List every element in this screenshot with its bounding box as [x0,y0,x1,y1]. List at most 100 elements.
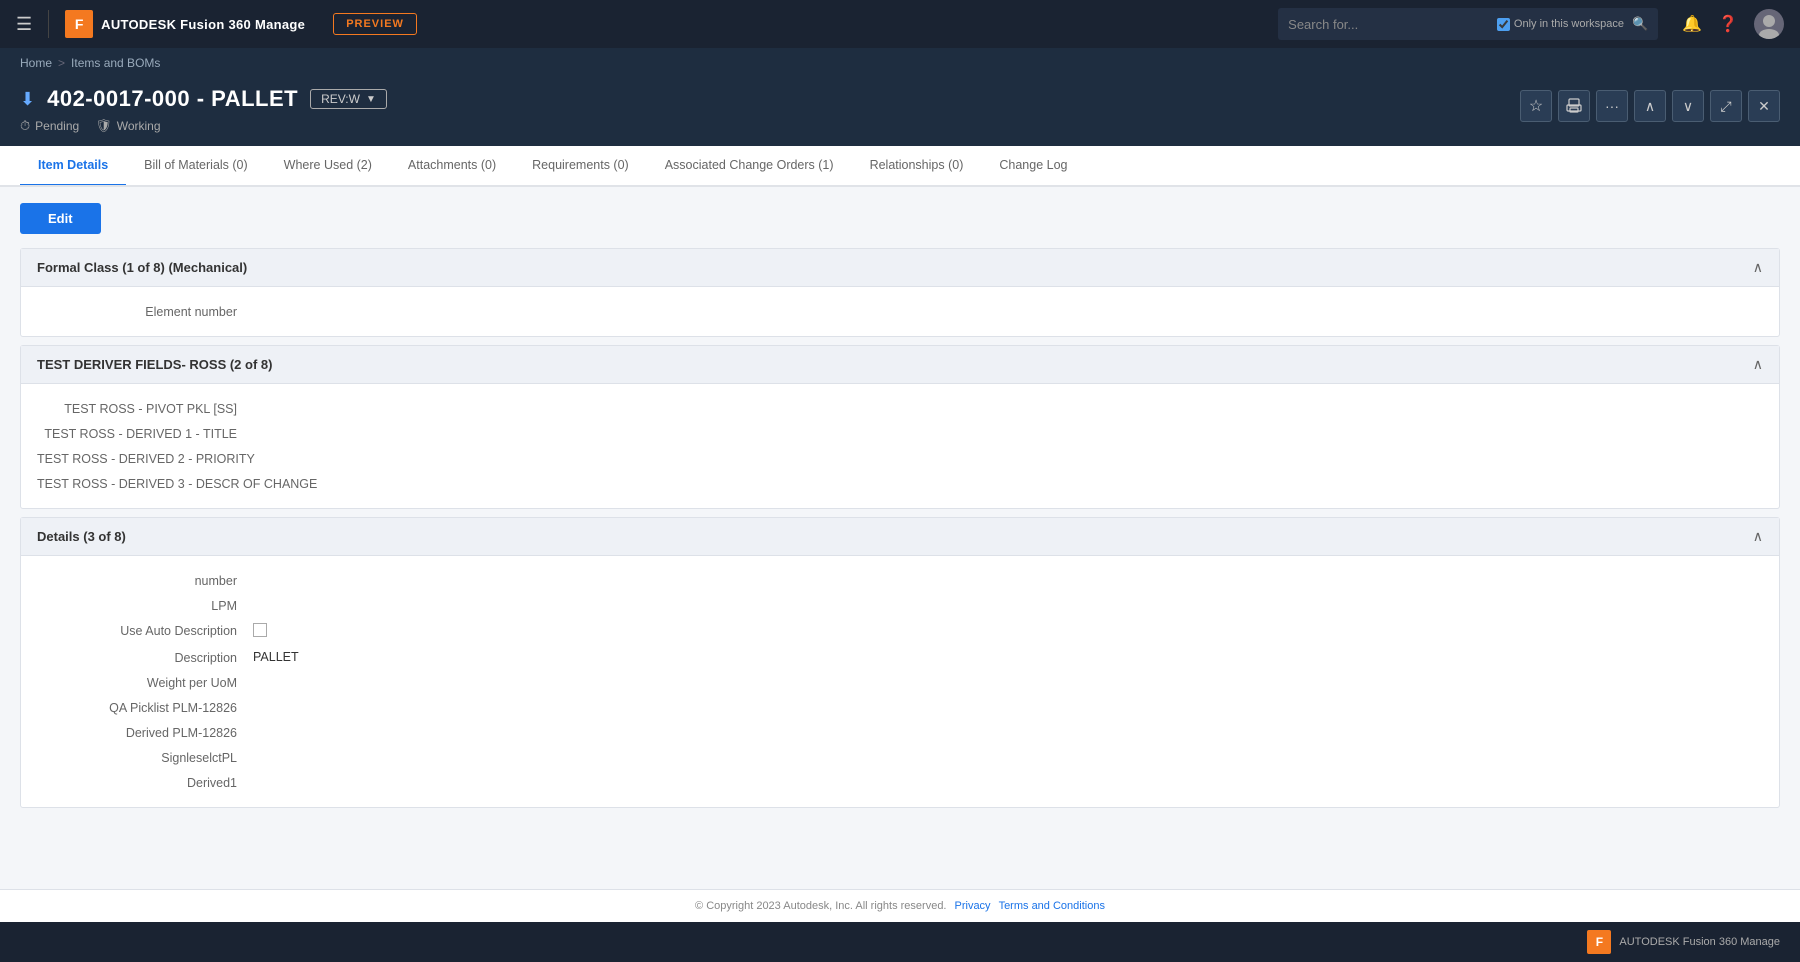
field-label-number: number [37,573,237,588]
item-header-left: ⬇ 402-0017-000 - PALLET REV:W ▼ ⏱ Pendin… [20,86,387,134]
field-derived1: Derived1 [37,770,1763,795]
bottom-brand-bar: F AUTODESK Fusion 360 Manage [0,922,1800,962]
workspace-label: Only in this workspace [1514,18,1624,30]
field-label-qa-picklist: QA Picklist PLM-12826 [37,700,237,715]
breadcrumb-home[interactable]: Home [20,56,52,70]
section-formal-class-body: Element number [21,287,1779,336]
search-input[interactable] [1288,17,1489,32]
field-value-description: PALLET [253,650,1763,664]
search-icon[interactable]: 🔍 [1632,16,1648,32]
field-auto-description: Use Auto Description [37,618,1763,645]
footer: © Copyright 2023 Autodesk, Inc. All righ… [0,889,1800,922]
section-test-deriver-header[interactable]: TEST DERIVER FIELDS- ROSS (2 of 8) ∧ [21,346,1779,384]
tab-change-log[interactable]: Change Log [981,146,1085,187]
brand-logo-area: F AUTODESK Fusion 360 Manage [65,10,305,38]
preview-button[interactable]: PREVIEW [333,13,417,35]
hamburger-menu[interactable]: ☰ [16,14,32,35]
field-label-derived1: Derived1 [37,775,237,790]
section-formal-class-caret: ∧ [1753,259,1763,276]
field-lpm: LPM [37,593,1763,618]
print-button[interactable] [1558,90,1590,122]
rev-label: REV:W [321,92,360,106]
field-label-auto-description: Use Auto Description [37,623,237,638]
field-description: Description PALLET [37,645,1763,670]
tabs-bar: Item Details Bill of Materials (0) Where… [0,146,1800,187]
rev-caret-icon: ▼ [366,94,376,105]
field-label-lpm: LPM [37,598,237,613]
field-weight: Weight per UoM [37,670,1763,695]
top-nav: ☰ F AUTODESK Fusion 360 Manage PREVIEW O… [0,0,1800,48]
field-number: number [37,568,1763,593]
star-button[interactable]: ☆ [1520,90,1552,122]
breadcrumb-current: Items and BOMs [71,56,160,70]
section-test-deriver-title: TEST DERIVER FIELDS- ROSS (2 of 8) [37,357,272,372]
section-formal-class-title: Formal Class (1 of 8) (Mechanical) [37,260,247,275]
clock-icon: ⏱ [20,118,30,134]
shield-icon: 🛡 [95,118,112,134]
section-details-caret: ∧ [1753,528,1763,545]
field-signleselct: SignleselctPL [37,745,1763,770]
top-nav-icons: 🔔 ❓ [1682,9,1784,39]
nav-down-button[interactable]: ∨ [1672,90,1704,122]
tab-requirements[interactable]: Requirements (0) [514,146,647,187]
tab-change-orders[interactable]: Associated Change Orders (1) [647,146,852,187]
section-test-deriver-caret: ∧ [1753,356,1763,373]
expand-button[interactable]: ⤢ [1710,90,1742,122]
breadcrumb: Home > Items and BOMs [0,48,1800,78]
section-details: Details (3 of 8) ∧ number LPM Use Auto D… [20,517,1780,808]
section-test-deriver-body: TEST ROSS - PIVOT PKL [SS] TEST ROSS - D… [21,384,1779,508]
user-avatar[interactable] [1754,9,1784,39]
bottom-brand-text: AUTODESK Fusion 360 Manage [1619,936,1780,948]
section-formal-class-header[interactable]: Formal Class (1 of 8) (Mechanical) ∧ [21,249,1779,287]
pending-status: ⏱ Pending [20,118,79,134]
section-formal-class: Formal Class (1 of 8) (Mechanical) ∧ Ele… [20,248,1780,337]
tab-bom[interactable]: Bill of Materials (0) [126,146,266,187]
rev-badge-button[interactable]: REV:W ▼ [310,89,387,109]
tab-where-used[interactable]: Where Used (2) [266,146,390,187]
field-derived-2: TEST ROSS - DERIVED 2 - PRIORITY [37,446,1763,471]
pending-label: Pending [35,119,79,133]
field-label-derived-2: TEST ROSS - DERIVED 2 - PRIORITY [37,451,255,466]
bottom-brand-logo: F [1587,930,1611,954]
tab-relationships[interactable]: Relationships (0) [852,146,982,187]
tab-item-details[interactable]: Item Details [20,146,126,187]
item-title-row: ⬇ 402-0017-000 - PALLET REV:W ▼ [20,86,387,112]
field-value-auto-description [253,623,1763,640]
tab-attachments[interactable]: Attachments (0) [390,146,514,187]
field-qa-picklist: QA Picklist PLM-12826 [37,695,1763,720]
field-label-description: Description [37,650,237,665]
field-label-derived-1: TEST ROSS - DERIVED 1 - TITLE [37,426,237,441]
edit-button[interactable]: Edit [20,203,101,234]
item-title: 402-0017-000 - PALLET [47,86,298,112]
field-derived-3: TEST ROSS - DERIVED 3 - DESCR OF CHANGE [37,471,1763,496]
close-button[interactable]: ✕ [1748,90,1780,122]
help-icon[interactable]: ❓ [1718,14,1738,34]
field-element-number: Element number [37,299,1763,324]
more-button[interactable]: ··· [1596,90,1628,122]
field-derived-plm: Derived PLM-12826 [37,720,1763,745]
field-label-pivot-pkl: TEST ROSS - PIVOT PKL [SS] [37,401,237,416]
working-status: 🛡 Working [95,118,160,134]
download-icon[interactable]: ⬇ [20,89,35,110]
field-label-element-number: Element number [37,304,237,319]
nav-up-button[interactable]: ∧ [1634,90,1666,122]
field-label-derived-plm: Derived PLM-12826 [37,725,237,740]
field-label-derived-3: TEST ROSS - DERIVED 3 - DESCR OF CHANGE [37,476,317,491]
section-details-body: number LPM Use Auto Description Descript… [21,556,1779,807]
item-status-row: ⏱ Pending 🛡 Working [20,118,387,134]
section-details-header[interactable]: Details (3 of 8) ∧ [21,518,1779,556]
section-details-title: Details (3 of 8) [37,529,126,544]
item-header: ⬇ 402-0017-000 - PALLET REV:W ▼ ⏱ Pendin… [0,78,1800,146]
auto-description-checkbox[interactable] [253,623,267,637]
notification-icon[interactable]: 🔔 [1682,14,1702,34]
brand-name: AUTODESK Fusion 360 Manage [101,17,305,32]
item-header-right: ☆ ··· ∧ ∨ ⤢ ✕ [1520,90,1780,122]
section-test-deriver: TEST DERIVER FIELDS- ROSS (2 of 8) ∧ TES… [20,345,1780,509]
breadcrumb-sep: > [58,56,65,70]
main-content: Edit Formal Class (1 of 8) (Mechanical) … [0,187,1800,889]
field-label-weight: Weight per UoM [37,675,237,690]
workspace-checkbox[interactable] [1497,18,1510,31]
workspace-filter[interactable]: Only in this workspace [1497,18,1624,31]
search-box: Only in this workspace 🔍 [1278,8,1658,40]
field-label-signleselct: SignleselctPL [37,750,237,765]
